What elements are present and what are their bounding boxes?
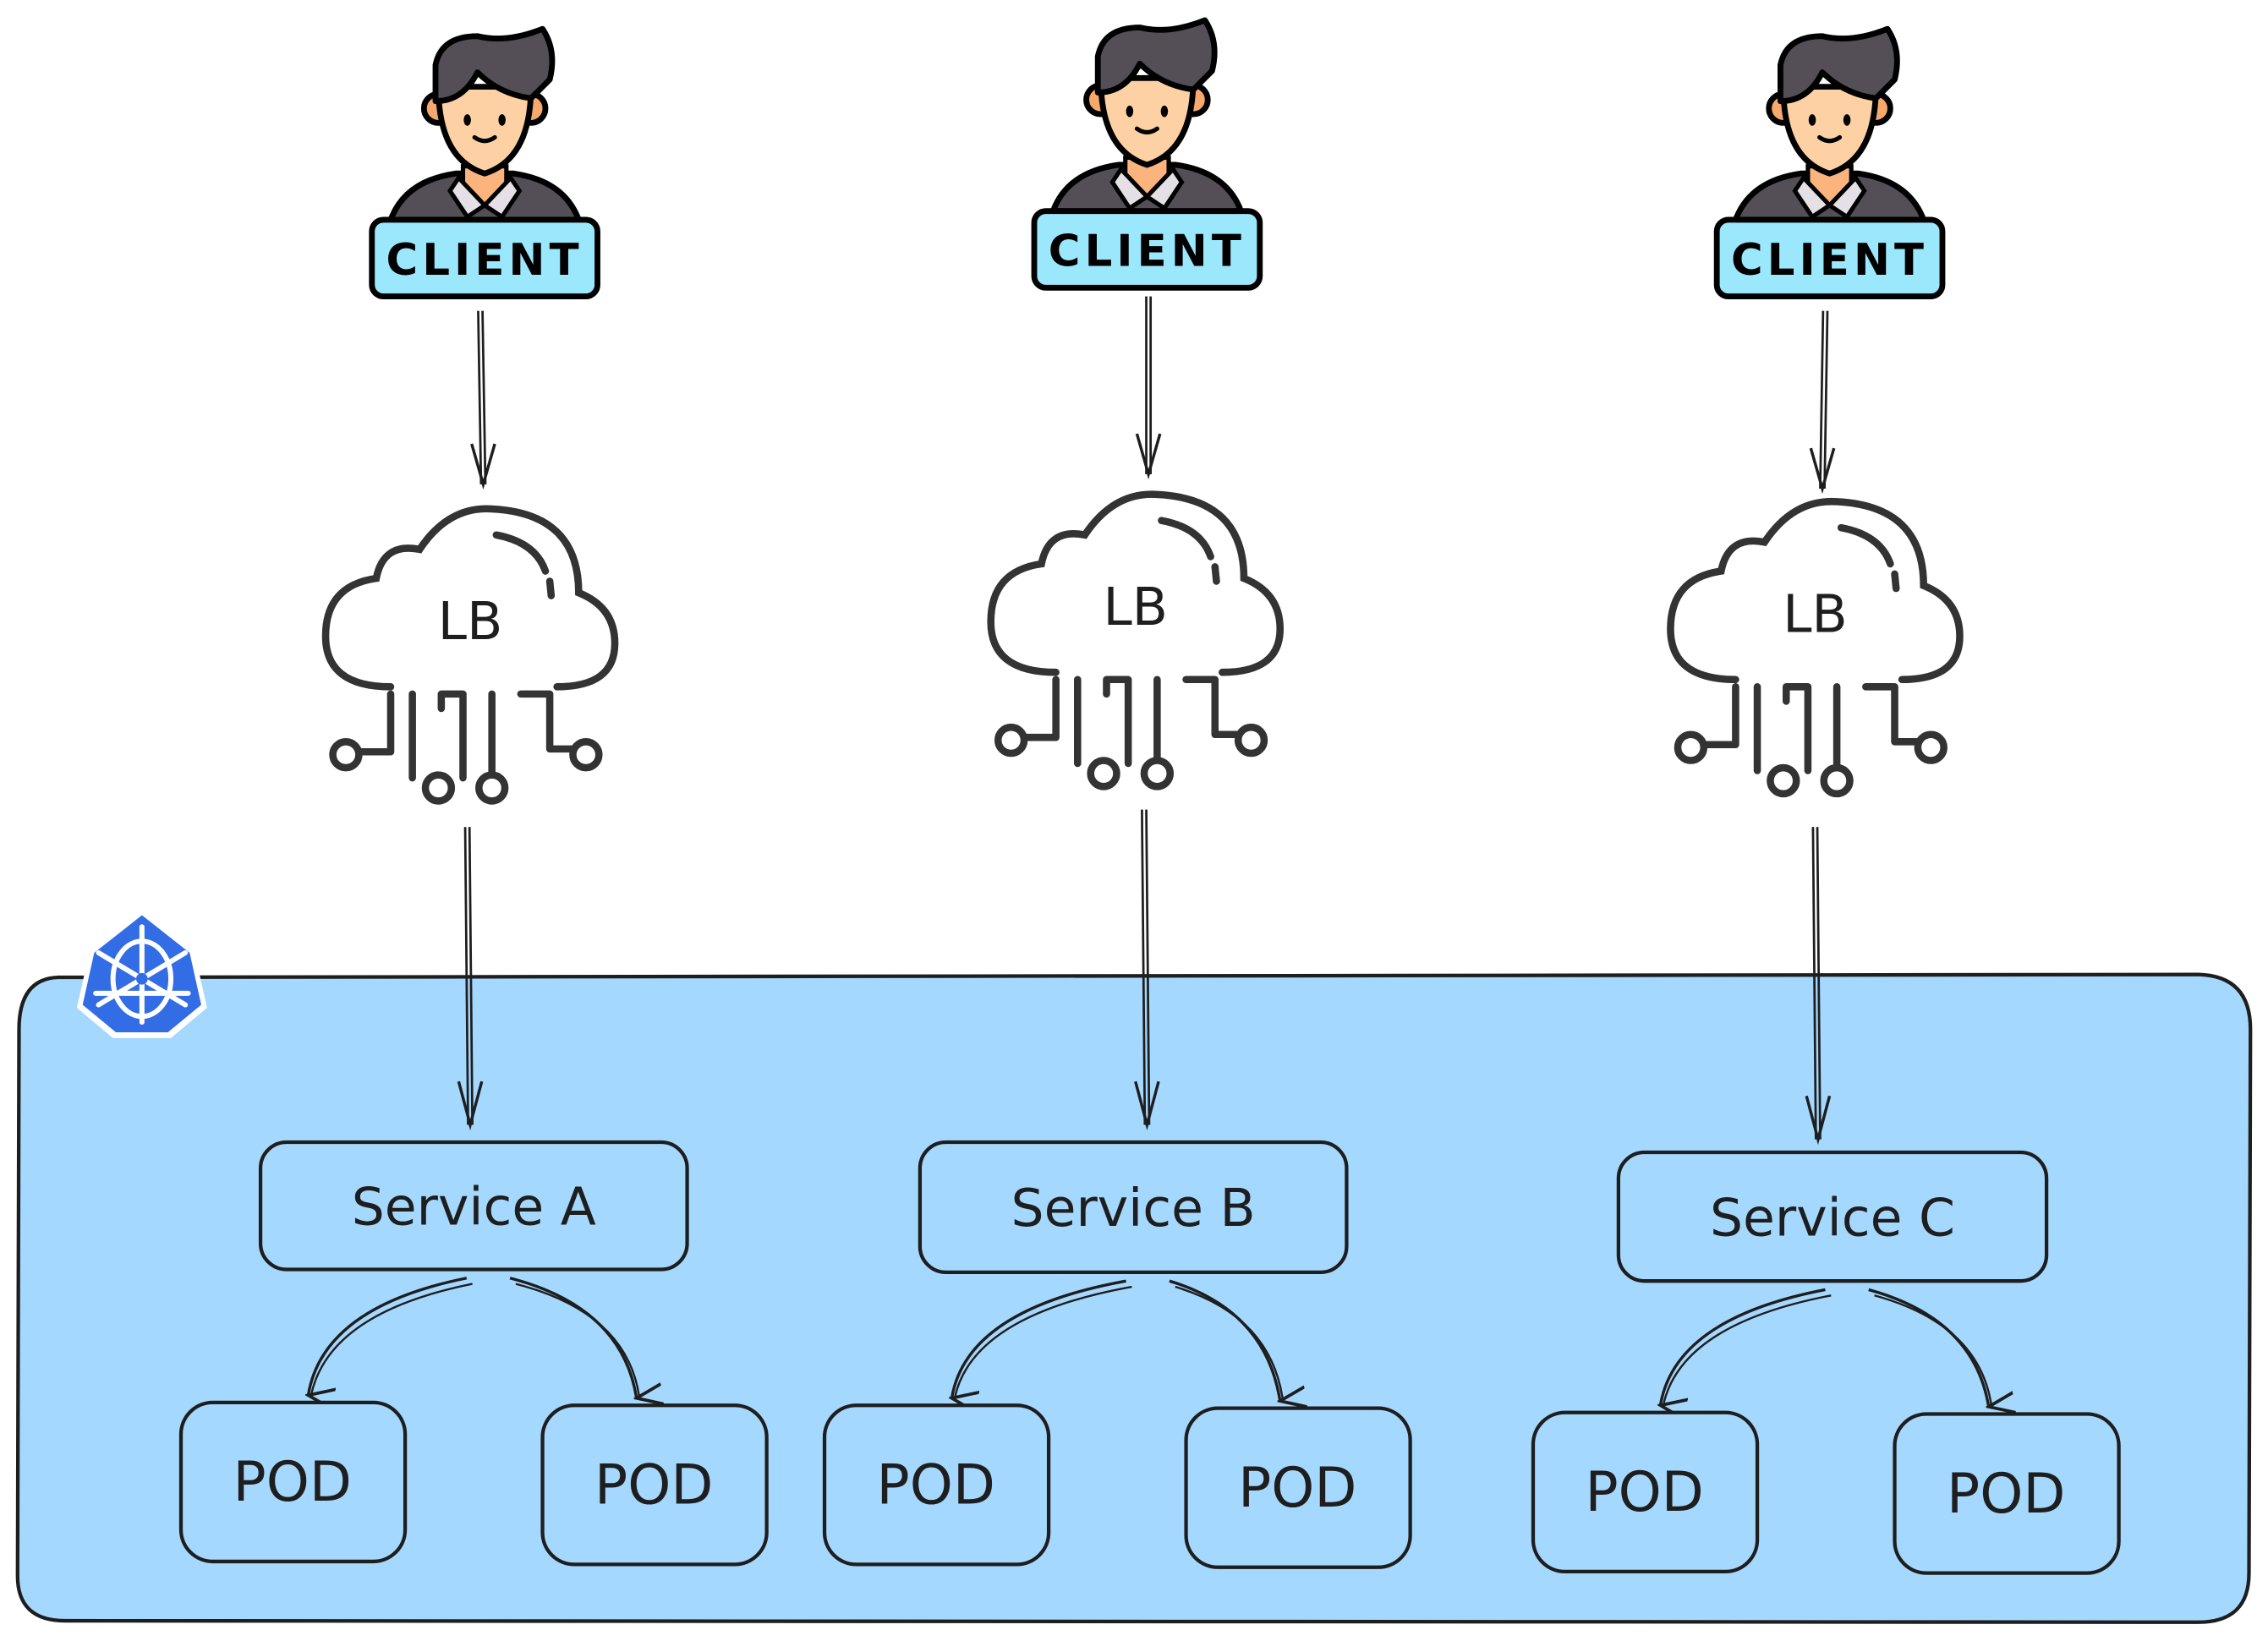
arrow-client-to-lb [1819,310,1829,490]
client-badge: CLIENT [369,216,600,299]
client-badge: CLIENT [1031,208,1263,291]
pod-label: POD [1586,1461,1704,1524]
client-badge: CLIENT [1713,216,1946,299]
client-avatar: CLIENT [1713,25,1946,299]
lb-label: LB [438,591,503,652]
pod-label: POD [1947,1463,2065,1526]
pod-box: POD [178,1400,408,1564]
lb-label: LB [1103,577,1168,637]
service-box: Service C [1616,1150,2049,1283]
service-box: Service A [258,1140,689,1272]
load-balancer-cloud-icon: LB [1667,497,1964,798]
pod-label: POD [594,1454,713,1518]
pod-box: POD [1531,1410,1760,1574]
arrow-client-to-lb [1145,296,1153,474]
kubernetes-helm-icon [76,909,207,1038]
load-balancer-cloud-icon: LB [987,490,1284,790]
service-box: Service B [918,1140,1349,1275]
lb-label: LB [1783,583,1848,644]
load-balancer-cloud-icon: LB [321,505,619,805]
service-label: Service A [352,1176,596,1237]
pod-box: POD [540,1403,769,1567]
kubernetes-load-balancer-diagram: CLIENT LB Service A POD POD CLIENT LB Service B… [15,17,2253,1624]
pod-box: POD [822,1403,1051,1567]
pod-label: POD [1238,1457,1356,1520]
pod-box: POD [1184,1406,1412,1569]
client-label: CLIENT [1049,227,1246,277]
client-label: CLIENT [1731,235,1928,286]
client-label: CLIENT [386,235,583,286]
pod-label: POD [877,1454,995,1518]
service-label: Service B [1011,1178,1256,1239]
service-label: Service C [1710,1187,1955,1248]
arrow-client-to-lb [477,310,487,484]
pod-label: POD [233,1451,352,1514]
client-avatar: CLIENT [369,25,600,299]
client-avatar: CLIENT [1031,17,1263,291]
pod-box: POD [1893,1412,2121,1575]
